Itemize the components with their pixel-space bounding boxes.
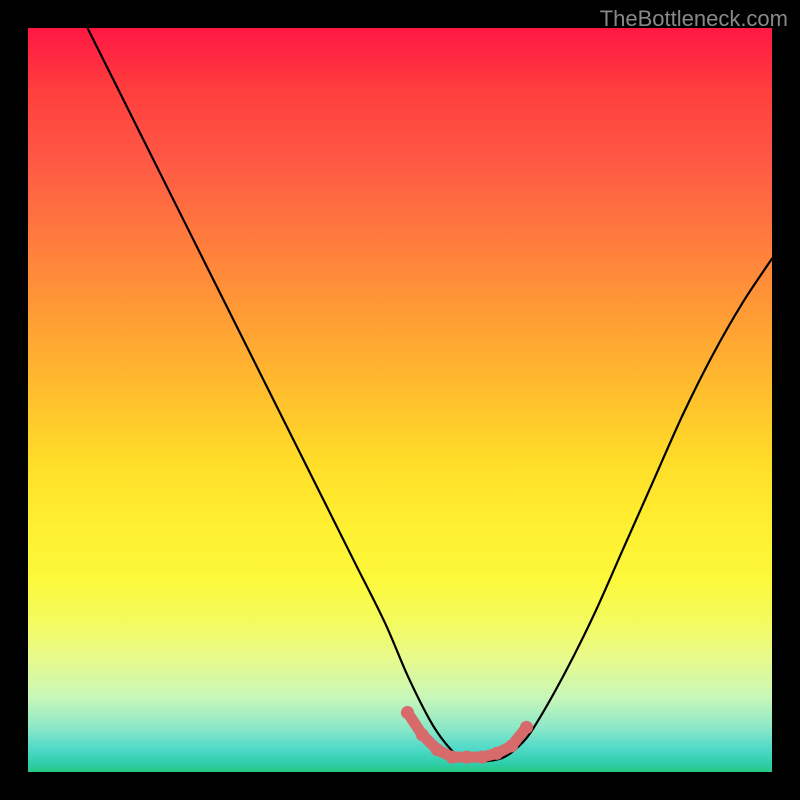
highlight-dot-group	[401, 706, 533, 764]
watermark-text: TheBottleneck.com	[600, 6, 788, 32]
highlight-dot	[431, 743, 444, 756]
chart-svg	[28, 28, 772, 772]
highlight-dot	[416, 728, 429, 741]
highlight-dot	[505, 739, 518, 752]
highlight-dot	[490, 747, 503, 760]
bottleneck-curve	[88, 28, 772, 761]
highlight-dot	[401, 706, 414, 719]
highlight-dot	[475, 751, 488, 764]
highlight-dot	[460, 751, 473, 764]
highlight-dot	[520, 721, 533, 734]
highlight-dot	[446, 751, 459, 764]
chart-plot-area	[28, 28, 772, 772]
